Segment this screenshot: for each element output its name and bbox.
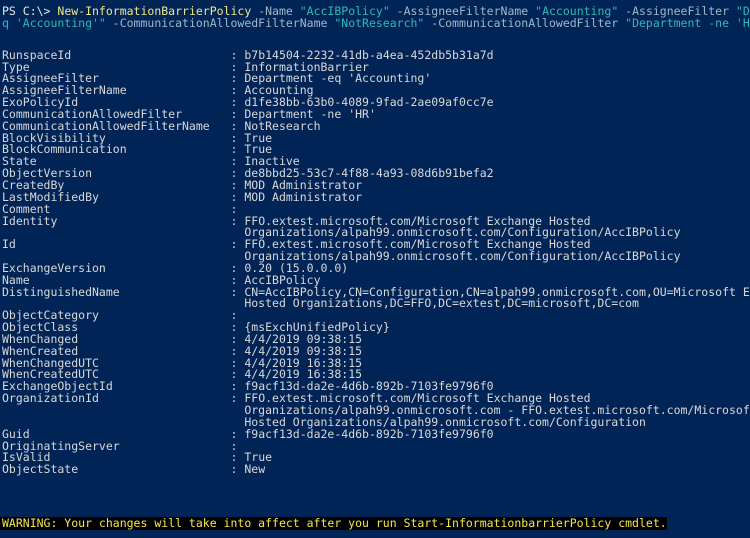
powershell-console[interactable]: PS C:\> New-InformationBarrierPolicy -Na… — [0, 0, 750, 538]
property-value: New — [244, 462, 266, 477]
output-row: ObjectState : New — [0, 462, 750, 477]
property-name: ObjectState — [2, 462, 231, 477]
command-line-2: q 'Accounting'" -CommunicationAllowedFil… — [0, 15, 750, 30]
command-token-0: q 'Accounting'" — [2, 15, 106, 30]
property-value: f9acf13d-da2e-4d6b-892b-7103fe9796f0 — [244, 426, 494, 441]
property-separator: : — [230, 462, 245, 477]
warning-text: WARNING: Your changes will take into aff… — [0, 516, 667, 530]
cmdlet-output-block: RunspaceId : b7b14504-2232-41db-a4ea-452… — [0, 30, 750, 476]
command-token-3: -CommunicationAllowedFilter — [424, 15, 626, 30]
warning-message: WARNING: Your changes will take into aff… — [0, 517, 750, 530]
command-block: PS C:\> New-InformationBarrierPolicy -Na… — [0, 0, 750, 30]
command-token-2: "NotResearch" — [334, 15, 425, 30]
property-value: MOD Administrator — [244, 189, 363, 204]
command-token-1: -CommunicationAllowedFilterName — [105, 15, 335, 30]
command-token-4: "Department -ne 'HR'" — [625, 15, 750, 30]
